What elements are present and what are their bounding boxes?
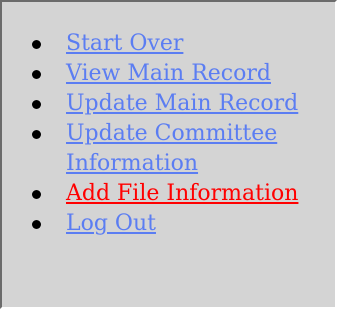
bullet-icon bbox=[32, 40, 41, 49]
bullet-icon bbox=[32, 130, 41, 139]
view-main-record-link[interactable]: View Main Record bbox=[66, 61, 271, 86]
list-item: Add File Information bbox=[32, 179, 322, 209]
navigation-list: Start Over View Main Record Update Main … bbox=[32, 29, 322, 239]
navigation-panel: Start Over View Main Record Update Main … bbox=[0, 0, 337, 309]
update-committee-information-link[interactable]: Update Committee Information bbox=[66, 121, 277, 176]
update-main-record-link[interactable]: Update Main Record bbox=[66, 91, 298, 116]
list-item: Log Out bbox=[32, 209, 322, 239]
list-item: Start Over bbox=[32, 29, 322, 59]
bullet-icon bbox=[32, 220, 41, 229]
bullet-icon bbox=[32, 70, 41, 79]
list-item: Update Main Record bbox=[32, 89, 322, 119]
log-out-link[interactable]: Log Out bbox=[66, 211, 156, 236]
bullet-icon bbox=[32, 190, 41, 199]
add-file-information-link[interactable]: Add File Information bbox=[66, 181, 298, 206]
start-over-link[interactable]: Start Over bbox=[66, 31, 183, 56]
list-item: View Main Record bbox=[32, 59, 322, 89]
bullet-icon bbox=[32, 100, 41, 109]
list-item: Update Committee Information bbox=[32, 119, 322, 179]
